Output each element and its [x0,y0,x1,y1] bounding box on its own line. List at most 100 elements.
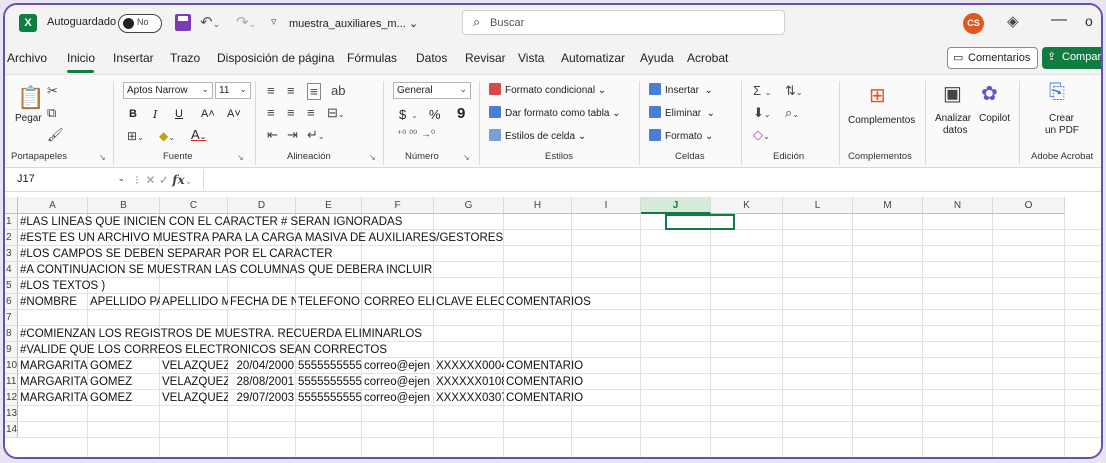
tab-disposicion[interactable]: Disposición de página [217,51,334,65]
cell-g6[interactable]: CLAVE ELECT [434,294,504,310]
tab-ayuda[interactable]: Ayuda [640,51,674,65]
cell-g12[interactable]: XXXXXX0307 [434,390,504,406]
column-header-b[interactable]: B [88,197,160,214]
align-left-icon[interactable]: ≡ [267,105,275,120]
tab-insertar[interactable]: Insertar [113,51,154,65]
align-center-icon[interactable]: ≡ [287,105,295,120]
tab-archivo[interactable]: Archivo [7,51,47,65]
merge-center-icon[interactable]: ⊟⌄ [327,105,345,121]
align-bottom-icon[interactable]: ≡ [307,83,321,100]
cell-e12[interactable]: 5555555555 [296,390,362,406]
cell-e10[interactable]: 5555555555 [296,358,362,374]
restore-icon[interactable]: o [1085,13,1093,29]
save-icon[interactable] [175,14,191,31]
cell-a9[interactable]: #VALIDE QUE LOS CORREOS ELECTRONICOS SEA… [18,342,387,358]
cell-b11[interactable]: GOMEZ [88,374,160,390]
column-header-g[interactable]: G [434,197,504,214]
copilot-label[interactable]: Copilot [979,113,1010,124]
alignment-launcher-icon[interactable]: ↘ [369,153,376,162]
delete-cells-button[interactable]: Eliminar ⌄ [649,106,715,119]
currency-button[interactable]: $ [399,107,406,122]
column-header-a[interactable]: A [18,197,88,214]
premium-diamond-icon[interactable]: ◈ [1007,12,1019,30]
row-header-6[interactable]: 6 [5,294,18,310]
comments-button[interactable]: ▭ Comentarios [947,47,1038,69]
file-name[interactable]: muestra_auxiliares_m... ⌄ [289,17,418,30]
cell-c11[interactable]: VELAZQUEZ [160,374,228,390]
tab-acrobat[interactable]: Acrobat [687,51,728,65]
cell-d11[interactable]: 28/08/2001 [228,374,296,390]
sort-filter-icon[interactable]: ⇅⌄ [785,83,803,99]
row-header-12[interactable]: 12 [5,390,18,406]
format-as-table-button[interactable]: Dar formato como tabla ⌄ [489,106,621,119]
row-header-7[interactable]: 7 [5,310,18,326]
insert-function-icon[interactable]: fx [172,173,184,187]
cell-f12[interactable]: correo@ejen [362,390,434,406]
minimize-icon[interactable]: — [1051,11,1067,29]
column-header-h[interactable]: H [504,197,572,214]
row-header-11[interactable]: 11 [5,374,18,390]
cell-a10[interactable]: MARGARITA [18,358,88,374]
create-pdf-label-line1[interactable]: Crear [1049,113,1074,124]
cut-icon[interactable]: ✂ [47,83,58,99]
font-name-select[interactable]: Aptos Narrow ⌄ [123,82,213,99]
row-header-3[interactable]: 3 [5,246,18,262]
cell-b10[interactable]: GOMEZ [88,358,160,374]
create-pdf-icon[interactable]: ⎘ [1049,81,1065,104]
tab-vista[interactable]: Vista [518,51,544,65]
column-header-l[interactable]: L [783,197,853,214]
cell-a6[interactable]: #NOMBRE [18,294,88,310]
cell-h10[interactable]: COMENTARIO [504,358,583,374]
insert-cells-button[interactable]: Insertar ⌄ [649,83,713,96]
cell-c12[interactable]: VELAZQUEZ [160,390,228,406]
cell-d12[interactable]: 29/07/2003 [228,390,296,406]
column-header-o[interactable]: O [993,197,1065,214]
cell-g11[interactable]: XXXXXX0108 [434,374,504,390]
row-header-1[interactable]: 1 [5,214,18,230]
column-header-n[interactable]: N [923,197,993,214]
fill-color-icon[interactable]: ◆⌄ [159,129,175,143]
font-size-select[interactable]: 11 ⌄ [215,82,251,99]
cell-h6[interactable]: COMENTARIOS [504,294,591,310]
clipboard-launcher-icon[interactable]: ↘ [99,153,106,162]
increase-decimal-icon[interactable]: ⁺⁰ ⁰⁰ [397,129,417,140]
create-pdf-label-line2[interactable]: un PDF [1045,125,1079,136]
copy-icon[interactable]: ⧉ [47,105,56,121]
redo-icon[interactable]: ↷⌄ [236,13,256,31]
cell-f6[interactable]: CORREO ELE [362,294,434,310]
cell-h12[interactable]: COMENTARIO [504,390,583,406]
align-middle-icon[interactable]: ≡ [287,83,295,98]
row-header-4[interactable]: 4 [5,262,18,278]
analyze-label-line1[interactable]: Analizar [935,113,971,124]
borders-icon[interactable]: ⊞⌄ [127,129,144,143]
cell-a8[interactable]: #COMIENZAN LOS REGISTROS DE MUESTRA. REC… [18,326,422,342]
search-box[interactable]: ⌕ Buscar [462,10,785,35]
cell-d10[interactable]: 20/04/2000 [228,358,296,374]
cell-h11[interactable]: COMENTARIO [504,374,583,390]
row-header-13[interactable]: 13 [5,406,18,422]
copilot-icon[interactable]: ✿ [981,81,998,106]
cell-a3[interactable]: #LOS CAMPOS SE DEBEN SEPARAR POR EL CARA… [18,246,333,262]
spreadsheet-grid[interactable]: ABCDEFGHIJKLMNO 1 2 3 4 5 6 7 8 9 10 11 12 13 14 #LAS… [5,197,1101,457]
undo-icon[interactable]: ↶⌄ [200,13,220,31]
number-format-select[interactable]: General ⌄ [393,82,471,99]
grow-font-button[interactable]: A˄ [201,108,215,120]
align-right-icon[interactable]: ≡ [307,105,315,120]
cell-c10[interactable]: VELAZQUEZ [160,358,228,374]
analyze-label-line2[interactable]: datos [943,125,967,136]
cell-a12[interactable]: MARGARITA [18,390,88,406]
align-top-icon[interactable]: ≡ [267,83,275,98]
cell-a11[interactable]: MARGARITA [18,374,88,390]
tab-revisar[interactable]: Revisar [465,51,506,65]
cancel-icon[interactable]: ✕ [145,173,155,187]
column-header-m[interactable]: M [853,197,923,214]
orientation-icon[interactable]: ab [331,83,345,98]
format-cells-button[interactable]: Formato ⌄ [649,129,713,142]
column-header-j[interactable]: J [641,197,711,214]
clear-icon[interactable]: ◇⌄ [753,127,770,143]
format-painter-icon[interactable]: 🖌 [47,127,64,143]
cell-b6[interactable]: APELLIDO PA [88,294,160,310]
customize-toolbar-icon[interactable]: ▿ [271,15,277,28]
row-header-9[interactable]: 9 [5,342,18,358]
paste-label[interactable]: Pegar [15,113,42,124]
